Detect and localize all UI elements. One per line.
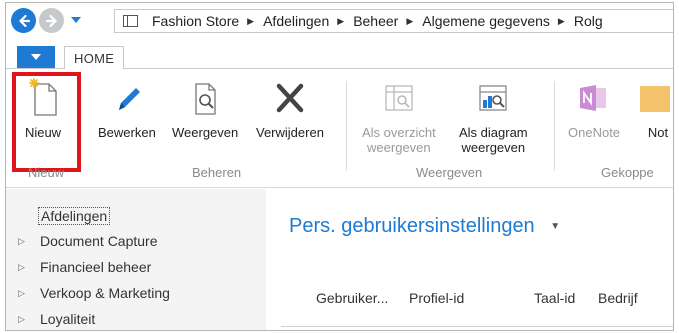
breadcrumb-item[interactable]: Algemene gegevens: [422, 13, 550, 29]
breadcrumb-item[interactable]: Fashion Store: [152, 13, 239, 29]
arrow-right-icon: [45, 14, 57, 27]
tab-home[interactable]: HOME: [64, 46, 125, 70]
column-header-company[interactable]: Bedrijf: [598, 290, 638, 306]
show-as-chart-button[interactable]: Als diagram weergeven: [459, 75, 528, 155]
ribbon-separator: [346, 81, 347, 171]
nav-item-label: Document Capture: [40, 233, 158, 249]
breadcrumb-separator-icon: ▶: [406, 15, 414, 26]
onenote-button-label: OneNote: [568, 125, 621, 140]
ribbon-tabs: HOME: [6, 42, 673, 70]
pencil-icon: [107, 75, 147, 121]
caret-down-icon[interactable]: ▼: [550, 221, 560, 232]
navigation-bar: Fashion Store ▶ Afdelingen ▶ Beheer ▶ Al…: [6, 3, 673, 39]
onenote-icon: [574, 75, 614, 121]
group-label-view: Weergeven: [416, 165, 483, 180]
nav-item-label: Afdelingen: [38, 207, 111, 225]
nav-item-label: Verkoop & Marketing: [40, 285, 170, 301]
navigation-pane: Afdelingen ▷ Document Capture ▷ Financie…: [6, 189, 266, 330]
expand-triangle-icon: ▷: [18, 287, 25, 298]
caret-down-icon: [31, 54, 41, 60]
breadcrumb-separator-icon: ▶: [337, 15, 345, 26]
notes-button[interactable]: Not: [638, 75, 673, 140]
delete-x-icon: [270, 75, 310, 121]
column-header-user[interactable]: Gebruiker...: [316, 290, 388, 306]
nav-item-verkoop-marketing[interactable]: ▷ Verkoop & Marketing: [18, 285, 170, 301]
nav-item-document-capture[interactable]: ▷ Document Capture: [18, 233, 158, 249]
page-title-text: Pers. gebruikersinstellingen: [289, 215, 535, 237]
arrow-left-icon: [18, 14, 30, 27]
list-view-icon: [379, 75, 419, 121]
nav-item-label: Financieel beheer: [40, 259, 152, 275]
view-document-icon: [185, 75, 225, 121]
edit-button-label: Bewerken: [98, 125, 156, 140]
application-menu-button[interactable]: [17, 46, 55, 68]
breadcrumb-separator-icon: ▶: [557, 15, 565, 26]
delete-button-label: Verwijderen: [256, 125, 324, 140]
show-as-list-label-1: Als overzicht: [362, 125, 436, 140]
show-as-chart-label-2: weergeven: [461, 140, 526, 155]
nav-item-financieel-beheer[interactable]: ▷ Financieel beheer: [18, 259, 151, 275]
group-label-new: Nieuw: [28, 165, 65, 180]
ribbon-separator: [554, 81, 555, 171]
show-as-chart-label-1: Als diagram: [459, 125, 528, 140]
column-header-profile-id[interactable]: Profiel-id: [409, 290, 464, 306]
group-label-manage: Beheren: [192, 165, 242, 180]
breadcrumb-item[interactable]: Beheer: [353, 13, 398, 29]
show-as-list-label-2: weergeven: [367, 140, 431, 155]
notes-button-label: Not: [647, 125, 669, 140]
chart-view-icon: [473, 75, 513, 121]
breadcrumb-separator-icon: ▶: [247, 15, 255, 26]
breadcrumb-item[interactable]: Afdelingen: [263, 13, 329, 29]
forward-button[interactable]: [39, 8, 64, 33]
column-header-language-id[interactable]: Taal-id: [534, 290, 575, 306]
app-window: Fashion Store ▶ Afdelingen ▶ Beheer ▶ Al…: [5, 2, 674, 331]
nav-item-label: Loyaliteit: [40, 311, 96, 327]
view-button[interactable]: Weergeven: [172, 75, 238, 140]
window-icon: [123, 15, 138, 27]
ribbon: Nieuw Bewerken Weergeven Verwijderen Als…: [6, 69, 673, 188]
group-label-related: Gekoppe: [601, 165, 654, 180]
nav-item-loyaliteit[interactable]: ▷ Loyaliteit: [18, 311, 95, 327]
new-button[interactable]: Nieuw: [23, 75, 63, 140]
new-button-label: Nieuw: [24, 125, 62, 140]
note-icon: [638, 75, 673, 121]
page-title[interactable]: Pers. gebruikersinstellingen ▼: [289, 215, 560, 238]
main-list-pane: Pers. gebruikersinstellingen ▼ Gebruiker…: [269, 189, 673, 330]
column-header-divider: [281, 326, 673, 327]
new-document-icon: [23, 75, 63, 121]
expand-triangle-icon: ▷: [18, 235, 25, 246]
show-as-list-button[interactable]: Als overzicht weergeven: [362, 75, 436, 155]
breadcrumb-item[interactable]: Rolg: [574, 13, 603, 29]
onenote-button[interactable]: OneNote: [568, 75, 620, 140]
nav-item-afdelingen[interactable]: Afdelingen: [18, 207, 111, 225]
delete-button[interactable]: Verwijderen: [256, 75, 324, 140]
chevron-down-icon: [71, 17, 81, 23]
edit-button[interactable]: Bewerken: [98, 75, 156, 140]
expand-triangle-icon: ▷: [18, 261, 25, 272]
address-bar[interactable]: Fashion Store ▶ Afdelingen ▶ Beheer ▶ Al…: [114, 9, 673, 33]
back-button[interactable]: [11, 8, 36, 33]
history-dropdown-button[interactable]: [68, 11, 84, 29]
expand-triangle-icon: ▷: [18, 313, 25, 324]
content-area: Afdelingen ▷ Document Capture ▷ Financie…: [6, 189, 673, 330]
view-button-label: Weergeven: [172, 125, 239, 140]
